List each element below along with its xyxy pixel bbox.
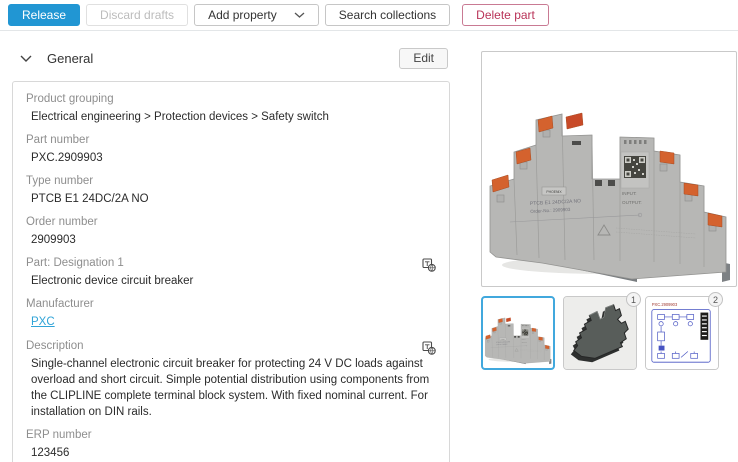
cad-profile-image	[564, 297, 636, 369]
thumbnail-row: 1 PXC.2909903	[481, 296, 737, 370]
product-photo	[482, 52, 736, 286]
field-label: Order number	[26, 216, 436, 228]
add-property-label: Add property	[208, 8, 277, 22]
thumbnail-circuit-diagram[interactable]: PXC.2909903	[645, 296, 719, 370]
toolbar: Release Discard drafts Add property Sear…	[0, 0, 738, 31]
field-label: Manufacturer	[26, 298, 436, 310]
translation-icon[interactable]	[422, 341, 436, 360]
circuit-diagram-image: PXC.2909903	[646, 297, 718, 369]
section-title: General	[47, 51, 93, 66]
thumbnail-badge: 1	[626, 292, 641, 307]
product-photo-thumb	[483, 298, 553, 368]
field-product-grouping: Product grouping Electrical engineering …	[26, 93, 436, 125]
field-value: 2909903	[31, 232, 436, 248]
field-manufacturer: Manufacturer PXC	[26, 298, 436, 330]
field-part-number: Part number PXC.2909903	[26, 134, 436, 166]
general-panel: Product grouping Electrical engineering …	[12, 81, 450, 462]
field-label: Part: Designation 1	[26, 257, 436, 269]
image-gallery: 1 PXC.2909903	[481, 51, 737, 462]
thumbnail-badge: 2	[708, 292, 723, 307]
field-value: Electronic device circuit breaker	[31, 273, 436, 289]
product-image[interactable]	[481, 51, 737, 287]
chevron-down-icon	[294, 12, 305, 18]
field-order-number: Order number 2909903	[26, 216, 436, 248]
manufacturer-link[interactable]: PXC	[31, 316, 55, 328]
field-value: 123456	[31, 445, 436, 461]
field-part-designation-1: Part: Designation 1 Electronic device ci…	[26, 257, 436, 289]
section-header: General Edit	[12, 45, 450, 71]
field-type-number: Type number PTCB E1 24DC/2A NO	[26, 175, 436, 207]
search-collections-button[interactable]: Search collections	[325, 4, 450, 26]
add-property-dropdown[interactable]: Add property	[194, 4, 319, 26]
thumbnail-product-photo[interactable]	[481, 296, 555, 370]
field-label: ERP number	[26, 429, 436, 441]
field-label: Product grouping	[26, 93, 436, 105]
field-erp-number: ERP number 123456	[26, 429, 436, 461]
release-button[interactable]: Release	[8, 4, 80, 26]
discard-drafts-button[interactable]: Discard drafts	[86, 4, 188, 26]
field-label: Type number	[26, 175, 436, 187]
thumbnail-cad-profile[interactable]: 1	[563, 296, 637, 370]
field-label: Part number	[26, 134, 436, 146]
field-description: Description Single-channel electronic ci…	[26, 340, 436, 420]
field-value: PXC.2909903	[31, 150, 436, 166]
translation-icon[interactable]	[422, 258, 436, 277]
field-value: Electrical engineering > Protection devi…	[31, 109, 436, 125]
delete-part-button[interactable]: Delete part	[462, 4, 549, 26]
edit-button[interactable]: Edit	[399, 48, 448, 69]
field-label: Description	[26, 340, 436, 352]
field-value: Single-channel electronic circuit breake…	[31, 356, 436, 420]
field-value: PTCB E1 24DC/2A NO	[31, 191, 436, 207]
content: General Edit Product grouping Electrical…	[0, 31, 738, 462]
general-section: General Edit Product grouping Electrical…	[12, 41, 450, 462]
collapse-chevron-icon[interactable]	[20, 55, 32, 62]
diagram-title-print: PXC.2909903	[652, 302, 678, 307]
